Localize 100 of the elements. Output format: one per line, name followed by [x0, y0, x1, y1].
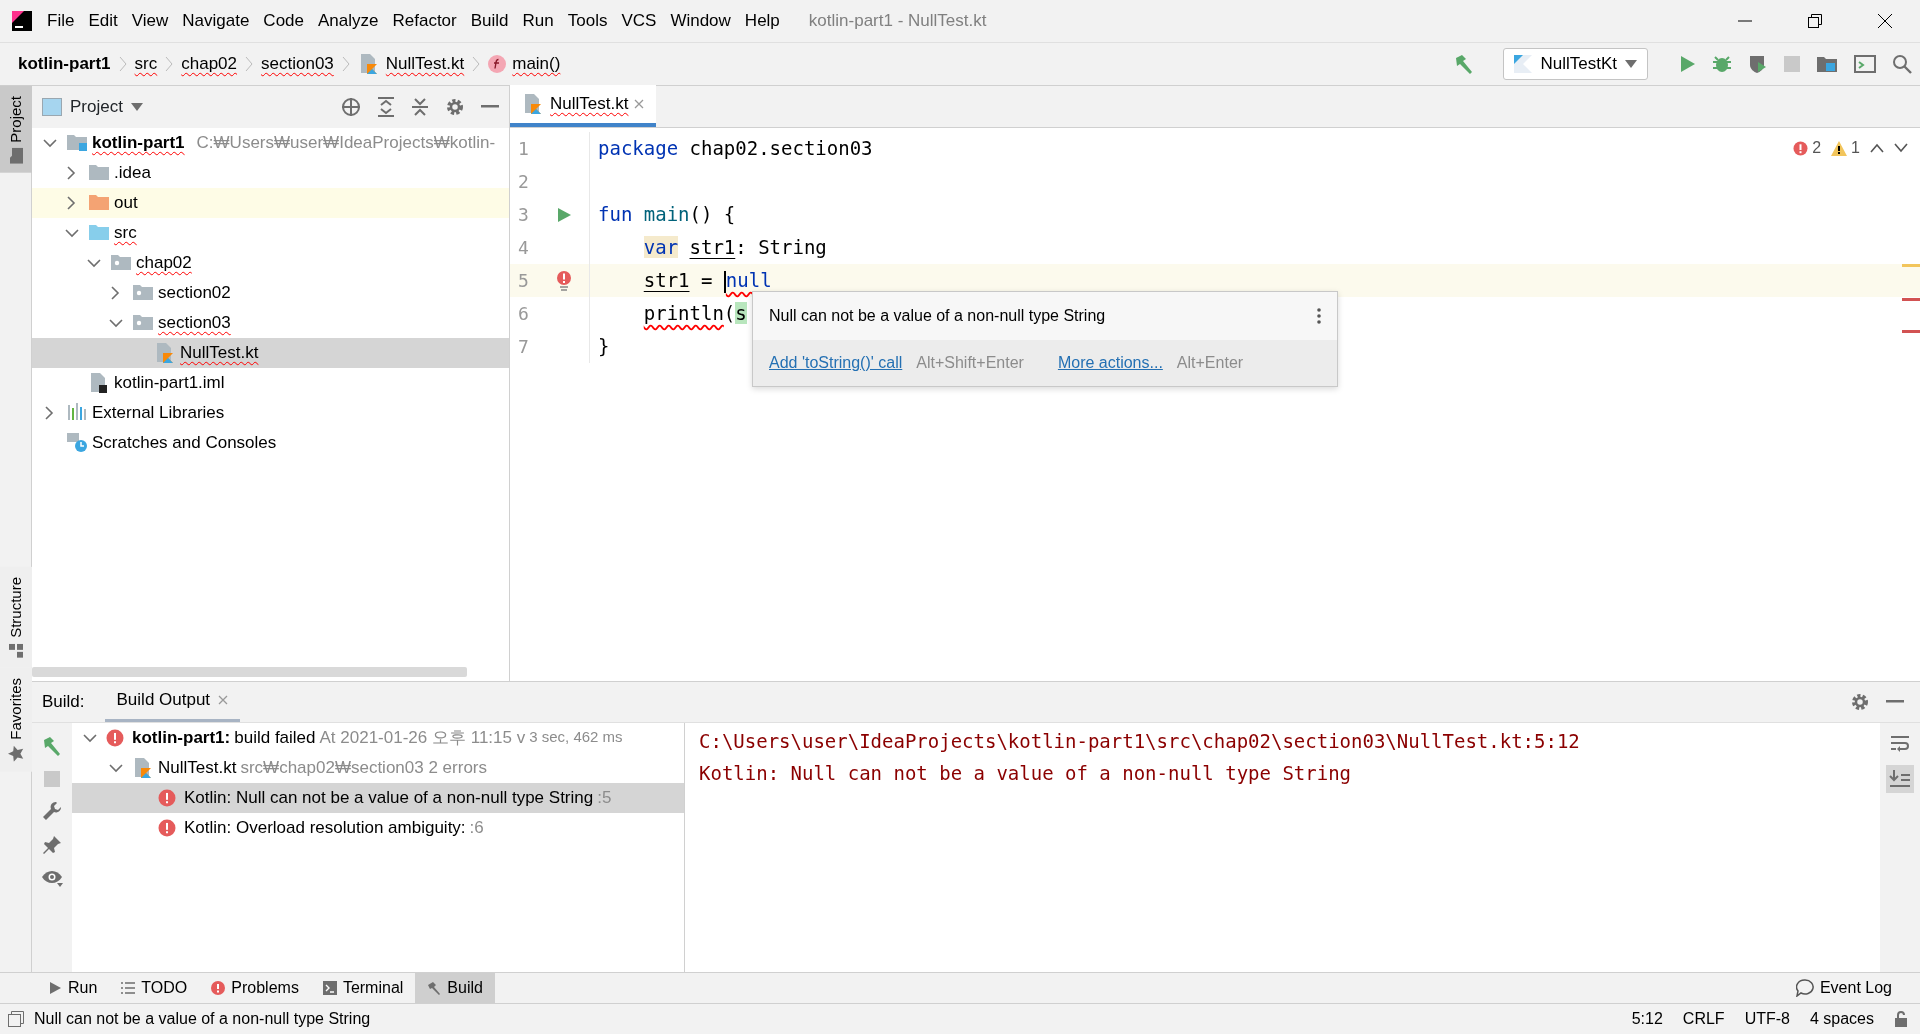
output-line: Kotlin: Null can not be a value of a non-null type String: [699, 761, 1353, 787]
minimize-icon[interactable]: [1886, 699, 1904, 704]
error-count[interactable]: 2: [1793, 136, 1822, 160]
menu-item[interactable]: VCS: [614, 8, 664, 34]
menu-item[interactable]: Run: [515, 8, 561, 34]
run-icon: [48, 981, 62, 995]
close-icon[interactable]: [634, 99, 645, 109]
tree-item[interactable]: section03: [32, 308, 509, 338]
menu-item[interactable]: Tools: [560, 8, 615, 34]
caret-icon: [130, 103, 143, 111]
tree-item[interactable]: External Libraries: [32, 398, 509, 428]
lock-icon[interactable]: [1894, 1011, 1908, 1027]
breadcrumb[interactable]: src: [134, 51, 158, 77]
status-item[interactable]: CRLF: [1682, 1007, 1725, 1031]
breadcrumb[interactable]: section03: [261, 51, 334, 77]
menu-item[interactable]: Refactor: [385, 8, 464, 34]
app-logo-icon: [12, 11, 32, 31]
quick-fix-link[interactable]: More actions...: [1057, 351, 1163, 375]
panel-toggle-icon[interactable]: [8, 1011, 24, 1027]
quick-fix-link[interactable]: Add 'toString()' call: [769, 351, 903, 375]
status-item[interactable]: 4 spaces: [1809, 1007, 1874, 1031]
eye-icon[interactable]: [41, 868, 63, 887]
tree-item[interactable]: out: [32, 188, 509, 218]
locate-icon[interactable]: [341, 97, 361, 117]
menu-item[interactable]: Analyze: [311, 8, 386, 34]
tree-item[interactable]: src: [32, 218, 509, 248]
restore-button[interactable]: [1807, 13, 1823, 29]
editor-tab[interactable]: NullTest.kt: [510, 85, 657, 127]
close-button[interactable]: [1877, 13, 1893, 29]
menu-item[interactable]: View: [124, 8, 176, 34]
tree-item[interactable]: NullTest.kt: [32, 338, 509, 368]
view-dropdown[interactable]: Project: [70, 94, 143, 120]
tree-item[interactable]: .idea: [32, 158, 509, 188]
next-icon[interactable]: [1894, 143, 1908, 153]
soft-wrap-icon[interactable]: [1890, 734, 1910, 753]
tool-window-tab[interactable]: Project: [0, 86, 32, 173]
breadcrumb[interactable]: chap02: [181, 51, 237, 77]
tool-window-tab[interactable]: Run: [36, 972, 110, 1004]
menu-item[interactable]: Code: [256, 8, 311, 34]
previous-icon[interactable]: [1870, 143, 1884, 153]
error-bulb-icon[interactable]: [556, 270, 573, 291]
menu-item[interactable]: Edit: [81, 8, 125, 34]
menu-item[interactable]: Help: [737, 8, 787, 34]
pin-icon[interactable]: [42, 834, 62, 855]
tree-label: kotlin-part1.iml: [114, 372, 225, 395]
build-tree-item[interactable]: Kotlin: Overload resolution ambiguity: :6: [72, 812, 684, 843]
status-item[interactable]: UTF-8: [1744, 1007, 1790, 1031]
build-tree-item[interactable]: kotlin-part1: build failed At 2021-01-26 오후 11:15 v 3 sec, 462 ms: [72, 722, 684, 753]
breadcrumb[interactable]: main(): [512, 51, 561, 77]
terminal-window-icon[interactable]: [1854, 54, 1876, 74]
build-tree-item[interactable]: NullTest.kt src₩chap02₩section03 2 errors: [72, 752, 684, 783]
scroll-to-end-icon[interactable]: [1886, 764, 1914, 793]
wrench-icon[interactable]: [42, 800, 62, 821]
scrollbar[interactable]: [32, 666, 467, 677]
tree-label: out: [114, 192, 138, 215]
run-configuration-dropdown[interactable]: NullTestKt: [1503, 48, 1648, 80]
status-item[interactable]: 5:12: [1631, 1007, 1663, 1031]
expand-all-icon[interactable]: [377, 97, 395, 117]
close-icon[interactable]: [218, 695, 229, 706]
settings-icon[interactable]: [1850, 691, 1870, 712]
collapse-all-icon[interactable]: [411, 97, 429, 117]
tree-item[interactable]: section02: [32, 278, 509, 308]
run-icon[interactable]: [1678, 55, 1696, 73]
tree-item[interactable]: Scratches and Consoles: [32, 428, 509, 458]
event-log-button[interactable]: Event Log: [1783, 972, 1904, 1004]
tool-window-tab[interactable]: Build: [415, 972, 495, 1004]
tool-window-tab[interactable]: Problems: [199, 972, 311, 1004]
file-link[interactable]: C:\Users\user\IdeaProjects\kotlin-part1\src\chap02\section03\NullTest.kt: [699, 729, 1523, 752]
project-structure-icon[interactable]: [1816, 54, 1838, 74]
tree-item[interactable]: kotlin-part1.iml: [32, 368, 509, 398]
warning-count[interactable]: 1: [1831, 136, 1860, 160]
breadcrumb[interactable]: kotlin-part1: [18, 51, 111, 77]
status-message: Null can not be a value of a non-null type String: [34, 1009, 371, 1029]
run-icon[interactable]: [557, 207, 572, 222]
menu-item[interactable]: File: [40, 8, 82, 34]
tree-label: Scratches and Consoles: [92, 432, 277, 455]
terminal-icon: [322, 981, 337, 995]
debug-icon[interactable]: [1712, 54, 1732, 74]
search-icon[interactable]: [1892, 54, 1912, 74]
more-icon[interactable]: [1317, 308, 1321, 324]
menu-item[interactable]: Window: [663, 8, 738, 34]
hammer-icon[interactable]: [41, 734, 63, 757]
tree-label: section02: [158, 282, 231, 305]
settings-icon[interactable]: [445, 97, 465, 117]
tooltip-message: Null can not be a value of a non-null type String: [769, 306, 1106, 326]
tree-item[interactable]: kotlin-part1 C:₩Users₩user₩IdeaProjects₩kotlin-: [32, 128, 509, 158]
code-line: }: [597, 334, 610, 360]
build-tree-item[interactable]: Kotlin: Null can not be a value of a non-null type String :5: [72, 782, 684, 813]
menu-item[interactable]: Build: [463, 8, 516, 34]
line-number: 1: [517, 137, 530, 161]
kotlin-file-icon: [522, 93, 544, 115]
tree-item[interactable]: chap02: [32, 248, 509, 278]
coverage-icon[interactable]: [1748, 54, 1768, 74]
scratch-icon: [66, 432, 88, 454]
tool-window-tab[interactable]: TODO: [109, 972, 200, 1004]
hammer-icon: [427, 981, 442, 995]
minimize-icon[interactable]: [481, 105, 499, 109]
menu-item[interactable]: Navigate: [175, 8, 257, 34]
breadcrumb[interactable]: NullTest.kt: [385, 51, 465, 77]
tool-window-tab[interactable]: Terminal: [310, 972, 416, 1004]
